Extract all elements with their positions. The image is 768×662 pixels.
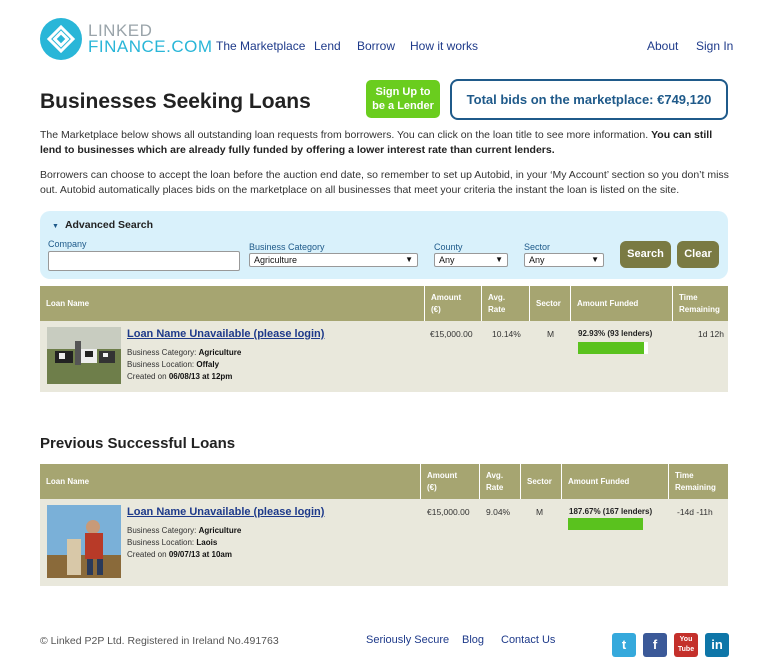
clear-button[interactable]: Clear (677, 241, 719, 268)
footer-link-contact[interactable]: Contact Us (501, 634, 555, 646)
brand-name: LINKED FINANCE.COM (88, 21, 213, 56)
col-loan-name: Loan Name (46, 477, 90, 486)
chevron-down-icon: ▼ (591, 255, 599, 264)
sector-select[interactable]: Any ▼ (524, 253, 604, 267)
col-amount: Amount (€) (424, 286, 481, 321)
loan-time-remaining: -14d -11h (677, 507, 713, 517)
company-label: Company (48, 239, 87, 249)
loan-funded-text: 187.67% (167 lenders) (569, 507, 653, 516)
nav-lend[interactable]: Lend (314, 39, 341, 53)
nav-borrow[interactable]: Borrow (357, 39, 395, 53)
col-amount-funded: Amount Funded (561, 464, 668, 499)
facebook-icon[interactable]: f (643, 633, 667, 657)
advanced-search-toggle[interactable]: ▼ Advanced Search (52, 219, 153, 231)
table-header: Loan Name Amount (€) Avg. Rate Sector Amou… (40, 286, 728, 321)
nav-about[interactable]: About (647, 39, 678, 53)
footer-link-secure[interactable]: Seriously Secure (366, 634, 449, 646)
nav-how-it-works[interactable]: How it works (410, 39, 478, 53)
funding-progress-bar (568, 518, 643, 530)
loan-category: Business Category: Agriculture (127, 526, 242, 535)
nav-sign-in[interactable]: Sign In (696, 39, 733, 53)
loan-sector: M (536, 507, 544, 517)
search-button[interactable]: Search (620, 241, 671, 268)
loan-created: Created on 09/07/13 at 10am (127, 550, 232, 559)
linkedin-icon[interactable]: in (705, 633, 729, 657)
logo-icon (40, 18, 82, 60)
previous-loans-heading: Previous Successful Loans (40, 435, 236, 452)
loan-location: Business Location: Laois (127, 538, 218, 547)
county-select[interactable]: Any ▼ (434, 253, 508, 267)
col-amount-funded: Amount Funded (570, 286, 672, 321)
loan-rate: 10.14% (492, 329, 521, 339)
total-bids-banner: Total bids on the marketplace: €749,120 (450, 79, 728, 120)
company-input[interactable] (48, 251, 240, 271)
twitter-icon[interactable]: t (612, 633, 636, 657)
sector-label: Sector (524, 242, 551, 252)
loan-created: Created on 06/08/13 at 12pm (127, 372, 233, 381)
nav-marketplace[interactable]: The Marketplace (216, 39, 305, 53)
previous-loans-table: Loan Name Amount (€) Avg. Rate Sector Amou… (40, 464, 728, 586)
county-label: County (434, 242, 463, 252)
loan-rate: 9.04% (486, 507, 511, 517)
intro-paragraph-1: The Marketplace below shows all outstand… (40, 129, 713, 156)
loan-title-link[interactable]: Loan Name Unavailable (please login) (127, 506, 324, 518)
chevron-down-icon: ▼ (405, 255, 413, 264)
col-amount: Amount (€) (420, 464, 479, 499)
logo[interactable]: LINKED FINANCE.COM (40, 18, 213, 60)
funding-progress-bar (578, 342, 648, 354)
category-select[interactable]: Agriculture ▼ (249, 253, 418, 267)
table-row: Loan Name Unavailable (please login) Bus… (40, 499, 728, 586)
cows-thumbnail-image (47, 327, 121, 384)
chevron-down-icon: ▼ (495, 255, 503, 264)
col-rate: Avg. Rate (481, 286, 529, 321)
col-time-remaining: Time Remaining (668, 464, 728, 499)
table-row: Loan Name Unavailable (please login) Bus… (40, 321, 728, 391)
col-rate: Avg. Rate (479, 464, 520, 499)
category-label: Business Category (249, 242, 325, 252)
col-sector: Sector (529, 286, 570, 321)
signup-lender-button[interactable]: Sign Up to be a Lender (366, 80, 440, 118)
advanced-search-panel: ▼ Advanced Search Company Business Catego… (40, 211, 728, 279)
loan-location: Business Location: Offaly (127, 360, 220, 369)
copyright-text: © Linked P2P Ltd. Registered in Ireland … (40, 635, 279, 647)
woodcutter-thumbnail-image (47, 505, 121, 578)
triangle-down-icon: ▼ (52, 223, 59, 230)
col-time-remaining: Time Remaining (672, 286, 728, 321)
loan-time-remaining: 1d 12h (698, 329, 724, 339)
footer-link-blog[interactable]: Blog (462, 634, 484, 646)
col-sector: Sector (520, 464, 561, 499)
loan-title-link[interactable]: Loan Name Unavailable (please login) (127, 328, 324, 340)
loan-sector: M (547, 329, 555, 339)
intro-paragraph-2: Borrowers can choose to accept the loan … (40, 169, 729, 196)
table-header: Loan Name Amount (€) Avg. Rate Sector Amou… (40, 464, 728, 499)
current-loans-table: Loan Name Amount (€) Avg. Rate Sector Amou… (40, 286, 728, 392)
col-loan-name: Loan Name (46, 299, 90, 308)
youtube-icon[interactable]: You Tube (674, 633, 698, 657)
loan-amount: €15,000.00 (427, 507, 470, 517)
loan-funded-text: 92.93% (93 lenders) (578, 329, 653, 338)
loan-category: Business Category: Agriculture (127, 348, 242, 357)
page-title: Businesses Seeking Loans (40, 90, 311, 113)
loan-amount: €15,000.00 (430, 329, 473, 339)
